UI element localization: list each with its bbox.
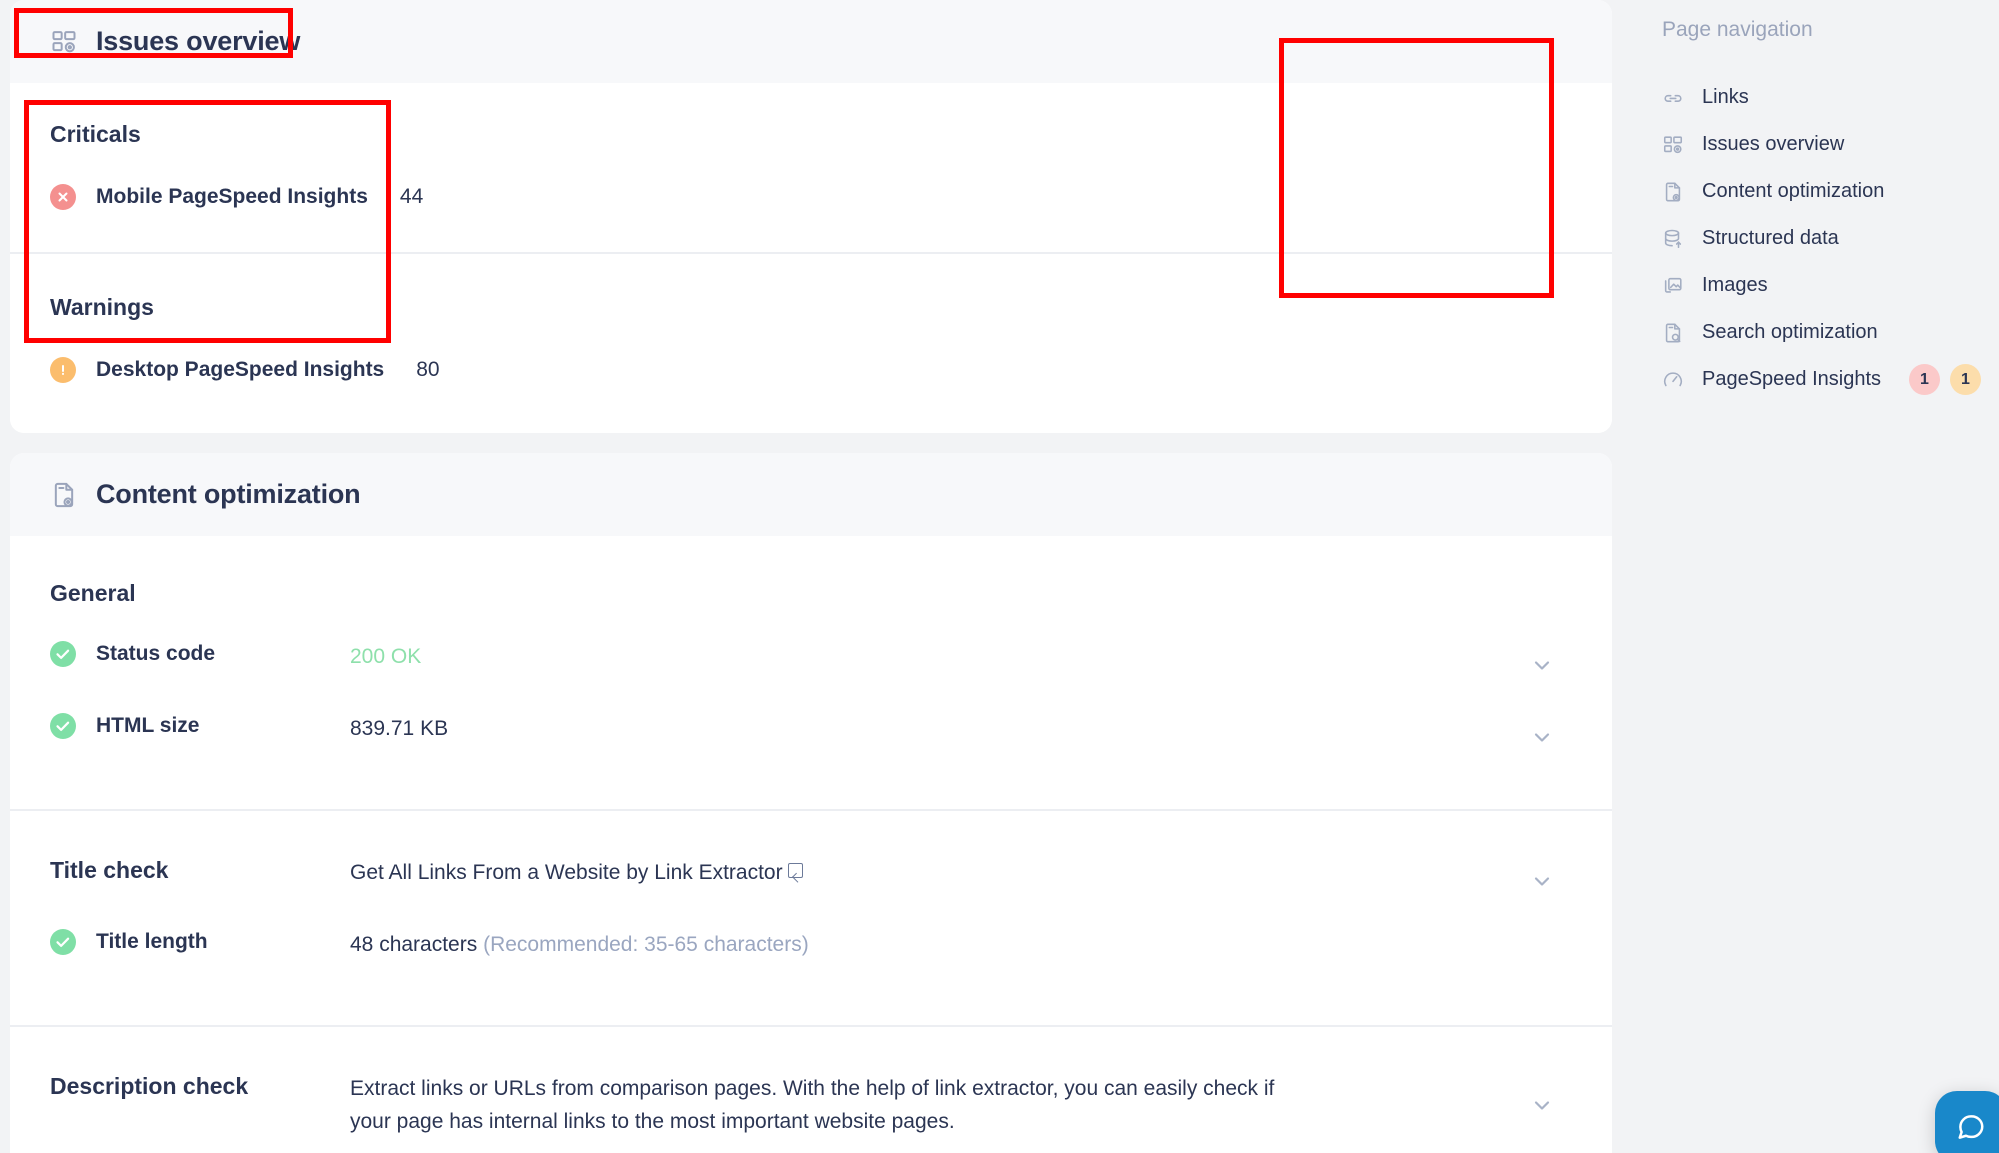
warnings-group: Warnings Desktop PageSpeed Insights 80 bbox=[10, 254, 1612, 433]
description-check-label-group: Description check bbox=[50, 1071, 350, 1100]
description-check-title: Description check bbox=[50, 1073, 249, 1099]
title-check-title: Title check bbox=[50, 857, 169, 883]
nav-item-links[interactable]: Links bbox=[1632, 74, 1999, 121]
status-code-value: 200 OK bbox=[350, 645, 422, 668]
issue-value: 80 bbox=[416, 358, 440, 381]
title-check-row[interactable]: Title check Get All Links From a Website… bbox=[50, 855, 1572, 907]
issues-overview-title: Issues overview bbox=[96, 26, 301, 56]
status-code-row[interactable]: Status code 200 OK bbox=[50, 639, 1572, 691]
status-badge-critical: 1 bbox=[1909, 364, 1940, 395]
issue-label: Desktop PageSpeed Insights bbox=[96, 358, 385, 381]
content-optimization-title: Content optimization bbox=[96, 479, 361, 509]
title-check-label-group: Title check bbox=[50, 855, 350, 884]
content-optimization-header: Content optimization bbox=[10, 453, 1612, 536]
nav-item-images[interactable]: Images bbox=[1632, 262, 1999, 309]
check-circle-icon bbox=[50, 713, 76, 739]
issues-overview-icon bbox=[50, 28, 78, 56]
nav-item-structured-data[interactable]: Structured data bbox=[1632, 215, 1999, 262]
title-length-value: 48 characters (Recommended: 35-65 charac… bbox=[350, 927, 809, 962]
title-check-text: Get All Links From a Website by Link Ext… bbox=[350, 861, 783, 884]
nav-item-label: Images bbox=[1702, 274, 1768, 296]
chevron-down-icon[interactable] bbox=[1530, 1093, 1554, 1117]
nav-item-label: Search optimization bbox=[1702, 321, 1878, 343]
issues-overview-card: Issues overview Criticals Mobile PageSpe… bbox=[10, 0, 1612, 433]
chevron-down-icon[interactable] bbox=[1530, 725, 1554, 749]
description-check-row[interactable]: Description check Extract links or URLs … bbox=[50, 1071, 1572, 1138]
main-content-column: Issues overview Criticals Mobile PageSpe… bbox=[10, 0, 1612, 1153]
nav-item-content-optimization[interactable]: Content optimization bbox=[1632, 168, 1999, 215]
warnings-title: Warnings bbox=[50, 294, 154, 320]
issue-label: Mobile PageSpeed Insights bbox=[96, 185, 368, 208]
title-length-count: 48 characters bbox=[350, 933, 478, 956]
title-check-value: Get All Links From a Website by Link Ext… bbox=[350, 855, 803, 890]
title-check-section: Title check Get All Links From a Website… bbox=[10, 811, 1612, 1025]
search-optimization-icon bbox=[1665, 323, 1681, 342]
general-title: General bbox=[50, 580, 136, 606]
content-optimization-icon bbox=[50, 481, 78, 509]
status-code-label-group: Status code bbox=[50, 639, 350, 667]
page-navigation-panel: Page navigation Links Issues overview Co… bbox=[1632, 0, 1999, 417]
criticals-title: Criticals bbox=[50, 121, 141, 147]
structured-data-icon bbox=[1664, 229, 1682, 248]
nav-item-badges: 1 1 bbox=[1909, 364, 1981, 395]
chat-widget-button[interactable] bbox=[1935, 1091, 1999, 1153]
title-length-label-group: Title length bbox=[50, 927, 350, 955]
nav-item-search-optimization[interactable]: Search optimization bbox=[1632, 309, 1999, 356]
page-navigation-list: Links Issues overview Content optimizati… bbox=[1632, 64, 1999, 417]
nav-item-pagespeed-insights[interactable]: PageSpeed Insights 1 1 bbox=[1632, 356, 1999, 403]
general-section: General Status code 200 OK HTML size 839… bbox=[10, 536, 1612, 809]
issues-overview-body: Criticals Mobile PageSpeed Insights 44 W… bbox=[10, 83, 1612, 433]
images-icon bbox=[1664, 277, 1682, 293]
check-name: Status code bbox=[96, 642, 216, 665]
issue-value: 44 bbox=[399, 185, 424, 208]
chat-icon bbox=[1958, 1115, 1984, 1139]
page-root: Issues overview Criticals Mobile PageSpe… bbox=[0, 0, 1999, 1153]
issue-row[interactable]: Desktop PageSpeed Insights 80 bbox=[50, 357, 1572, 383]
issue-row[interactable]: Mobile PageSpeed Insights 44 bbox=[50, 184, 1572, 210]
check-name: Title length bbox=[96, 930, 208, 953]
nav-item-label: Links bbox=[1702, 86, 1749, 108]
title-length-row[interactable]: Title length 48 characters (Recommended:… bbox=[50, 927, 1572, 979]
external-link-icon[interactable] bbox=[787, 863, 803, 878]
check-name: HTML size bbox=[96, 714, 200, 737]
criticals-group: Criticals Mobile PageSpeed Insights 44 bbox=[10, 83, 1612, 252]
link-icon bbox=[1664, 94, 1682, 102]
check-circle-icon bbox=[50, 929, 76, 955]
nav-item-label: Content optimization bbox=[1702, 180, 1885, 202]
nav-item-label: Issues overview bbox=[1702, 133, 1845, 155]
chevron-down-icon[interactable] bbox=[1530, 869, 1554, 893]
status-badge-warning: 1 bbox=[1950, 364, 1981, 395]
content-optimization-card: Content optimization General Status code bbox=[10, 453, 1612, 1153]
issues-overview-header: Issues overview bbox=[10, 0, 1612, 83]
warning-circle-icon bbox=[50, 357, 76, 383]
issues-overview-icon bbox=[1663, 135, 1683, 153]
nav-item-label: PageSpeed Insights bbox=[1702, 368, 1882, 390]
description-check-section: Description check Extract links or URLs … bbox=[10, 1027, 1612, 1153]
nav-item-issues-overview[interactable]: Issues overview bbox=[1632, 121, 1999, 168]
description-check-value: Extract links or URLs from comparison pa… bbox=[350, 1077, 1275, 1133]
check-circle-icon bbox=[50, 641, 76, 667]
content-optimization-icon bbox=[1665, 182, 1681, 201]
chevron-down-icon[interactable] bbox=[1530, 653, 1554, 677]
title-length-recommendation: (Recommended: 35-65 characters) bbox=[483, 933, 809, 956]
pagespeed-gauge-icon bbox=[1663, 371, 1683, 386]
html-size-value: 839.71 KB bbox=[350, 717, 449, 740]
html-size-row[interactable]: HTML size 839.71 KB bbox=[50, 711, 1572, 763]
nav-item-label: Structured data bbox=[1702, 227, 1839, 249]
content-optimization-body: General Status code 200 OK HTML size 839… bbox=[10, 536, 1612, 1153]
error-circle-icon bbox=[50, 184, 76, 210]
html-size-label-group: HTML size bbox=[50, 711, 350, 739]
page-navigation-heading: Page navigation bbox=[1662, 18, 1813, 41]
